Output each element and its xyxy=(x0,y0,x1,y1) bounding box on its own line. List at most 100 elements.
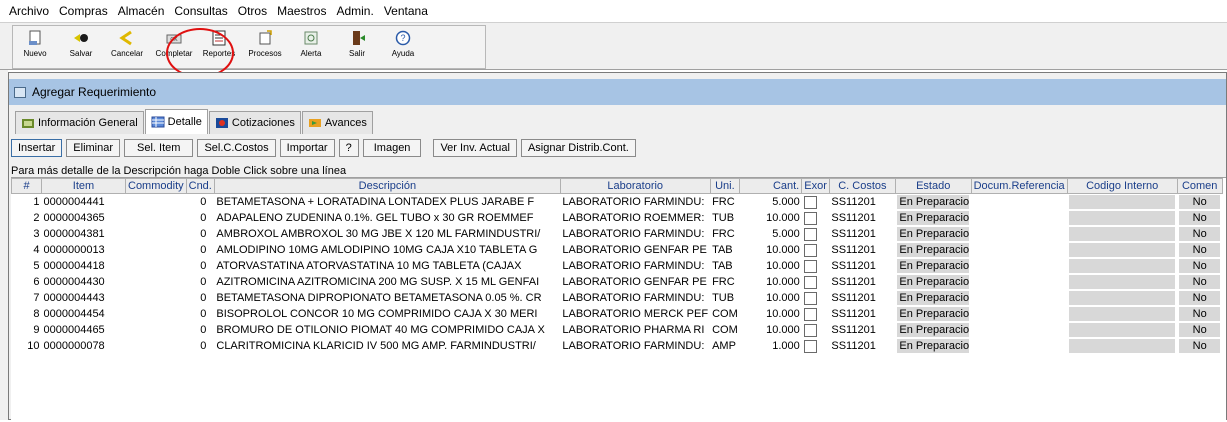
reference-doc-cell[interactable] xyxy=(971,322,1067,338)
select-cost-center-button[interactable]: Sel.C.Costos xyxy=(197,139,276,157)
reference-doc-cell[interactable] xyxy=(971,242,1067,258)
exor-cell[interactable] xyxy=(802,226,830,242)
laboratory-cell[interactable]: LABORATORIO FARMINDU: xyxy=(560,290,710,306)
col-header[interactable]: Cnd. xyxy=(185,178,215,194)
comment-cell[interactable]: No xyxy=(1177,210,1222,226)
cost-center-cell[interactable]: SS11201 xyxy=(829,290,895,306)
reference-doc-cell[interactable] xyxy=(971,306,1067,322)
quantity-cell[interactable]: 10.000 xyxy=(740,274,802,290)
exor-cell[interactable] xyxy=(802,242,830,258)
col-header[interactable]: Exor xyxy=(801,178,830,194)
quantity-cell[interactable]: 5.000 xyxy=(740,226,802,242)
insert-button[interactable]: Insertar xyxy=(11,139,63,157)
exor-checkbox[interactable] xyxy=(803,195,817,209)
menu-consultas[interactable]: Consultas xyxy=(169,4,232,18)
reference-doc-cell[interactable] xyxy=(971,194,1067,211)
exor-checkbox[interactable] xyxy=(803,243,817,257)
exor-checkbox[interactable] xyxy=(803,211,817,225)
description-cell[interactable]: ATORVASTATINA ATORVASTATINA 10 MG TABLET… xyxy=(214,258,560,274)
unit-cell[interactable]: FRC xyxy=(710,274,740,290)
unit-cell[interactable]: AMP xyxy=(710,338,740,354)
comment-cell[interactable]: No xyxy=(1177,322,1222,338)
menu-archivo[interactable]: Archivo xyxy=(4,4,54,18)
cancel-button[interactable]: Cancelar xyxy=(105,29,149,67)
col-header[interactable]: C. Costos xyxy=(828,178,896,194)
description-cell[interactable]: CLARITROMICINA KLARICID IV 500 MG AMP. F… xyxy=(214,338,560,354)
item-code[interactable]: 0000004365 xyxy=(42,210,126,226)
condition-cell[interactable]: 0 xyxy=(186,226,214,242)
processes-button[interactable]: Procesos xyxy=(243,29,287,67)
exor-checkbox[interactable] xyxy=(803,339,817,353)
quantity-cell[interactable]: 10.000 xyxy=(740,258,802,274)
laboratory-cell[interactable]: LABORATORIO GENFAR PE xyxy=(560,242,710,258)
quantity-cell[interactable]: 10.000 xyxy=(740,210,802,226)
commodity-cell[interactable] xyxy=(126,258,187,274)
new-button[interactable]: Nuevo xyxy=(13,29,57,67)
laboratory-cell[interactable]: LABORATORIO GENFAR PE xyxy=(560,274,710,290)
unit-cell[interactable]: FRC xyxy=(710,194,740,211)
description-cell[interactable]: AMBROXOL AMBROXOL 30 MG JBE X 120 ML FAR… xyxy=(214,226,560,242)
col-header[interactable]: Comen xyxy=(1176,178,1223,194)
menu-otros[interactable]: Otros xyxy=(233,4,272,18)
reference-doc-cell[interactable] xyxy=(971,338,1067,354)
cost-center-cell[interactable]: SS11201 xyxy=(829,322,895,338)
col-header[interactable]: Commodity xyxy=(125,178,187,194)
condition-cell[interactable]: 0 xyxy=(186,242,214,258)
help-question-button[interactable]: ? xyxy=(338,139,359,157)
menu-compras[interactable]: Compras xyxy=(54,4,113,18)
item-code[interactable]: 0000000013 xyxy=(42,242,126,258)
commodity-cell[interactable] xyxy=(126,226,187,242)
tab-detalle[interactable]: Detalle xyxy=(144,109,208,134)
col-header[interactable]: Uni. xyxy=(709,178,741,194)
laboratory-cell[interactable]: LABORATORIO FARMINDU: xyxy=(560,258,710,274)
commodity-cell[interactable] xyxy=(126,338,187,354)
alert-button[interactable]: Alerta xyxy=(289,29,333,67)
exor-cell[interactable] xyxy=(802,338,830,354)
menu-admin[interactable]: Admin. xyxy=(331,4,378,18)
tab-cotizaciones[interactable]: Cotizaciones xyxy=(208,111,301,134)
comment-cell[interactable]: No xyxy=(1177,258,1222,274)
comment-cell[interactable]: No xyxy=(1177,226,1222,242)
quantity-cell[interactable]: 10.000 xyxy=(740,322,802,338)
exor-cell[interactable] xyxy=(802,290,830,306)
comment-cell[interactable]: No xyxy=(1177,306,1222,322)
cost-center-cell[interactable]: SS11201 xyxy=(829,210,895,226)
comment-cell[interactable]: No xyxy=(1177,338,1222,354)
description-cell[interactable]: BETAMETASONA DIPROPIONATO BETAMETASONA 0… xyxy=(214,290,560,306)
description-cell[interactable]: BISOPROLOL CONCOR 10 MG COMPRIMIDO CAJA … xyxy=(214,306,560,322)
comment-cell[interactable]: No xyxy=(1177,290,1222,306)
laboratory-cell[interactable]: LABORATORIO FARMINDU: xyxy=(560,338,710,354)
cost-center-cell[interactable]: SS11201 xyxy=(829,194,895,211)
menu-almacen[interactable]: Almacén xyxy=(113,4,170,18)
comment-cell[interactable]: No xyxy=(1177,194,1222,211)
laboratory-cell[interactable]: LABORATORIO FARMINDU: xyxy=(560,194,710,211)
condition-cell[interactable]: 0 xyxy=(186,274,214,290)
table-row[interactable]: 1 0000004441 0 BETAMETASONA + LORATADINA LO… xyxy=(12,194,1223,211)
reference-doc-cell[interactable] xyxy=(971,290,1067,306)
quantity-cell[interactable]: 1.000 xyxy=(740,338,802,354)
laboratory-cell[interactable]: LABORATORIO FARMINDU: xyxy=(560,226,710,242)
save-button[interactable]: Salvar xyxy=(59,29,103,67)
help-button[interactable]: ? Ayuda xyxy=(381,29,425,67)
image-button[interactable]: Imagen xyxy=(362,139,422,157)
item-code[interactable]: 0000004381 xyxy=(42,226,126,242)
condition-cell[interactable]: 0 xyxy=(186,306,214,322)
exor-checkbox[interactable] xyxy=(803,307,817,321)
table-row[interactable]: 8 0000004454 0 BISOPROLOL CONCOR 10 MG COMP… xyxy=(12,306,1223,322)
item-code[interactable]: 0000004454 xyxy=(42,306,126,322)
description-cell[interactable]: BROMURO DE OTILONIO PIOMAT 40 MG COMPRIM… xyxy=(214,322,560,338)
condition-cell[interactable]: 0 xyxy=(186,322,214,338)
condition-cell[interactable]: 0 xyxy=(186,258,214,274)
condition-cell[interactable]: 0 xyxy=(186,290,214,306)
exor-checkbox[interactable] xyxy=(803,291,817,305)
condition-cell[interactable]: 0 xyxy=(186,210,214,226)
assign-distribution-button[interactable]: Asignar Distrib.Cont. xyxy=(520,139,636,157)
complete-button[interactable]: OK Completar xyxy=(149,29,199,67)
condition-cell[interactable]: 0 xyxy=(186,338,214,354)
reference-doc-cell[interactable] xyxy=(971,210,1067,226)
unit-cell[interactable]: COM xyxy=(710,306,740,322)
comment-cell[interactable]: No xyxy=(1177,242,1222,258)
cost-center-cell[interactable]: SS11201 xyxy=(829,338,895,354)
item-code[interactable]: 0000004443 xyxy=(42,290,126,306)
item-code[interactable]: 0000004430 xyxy=(42,274,126,290)
